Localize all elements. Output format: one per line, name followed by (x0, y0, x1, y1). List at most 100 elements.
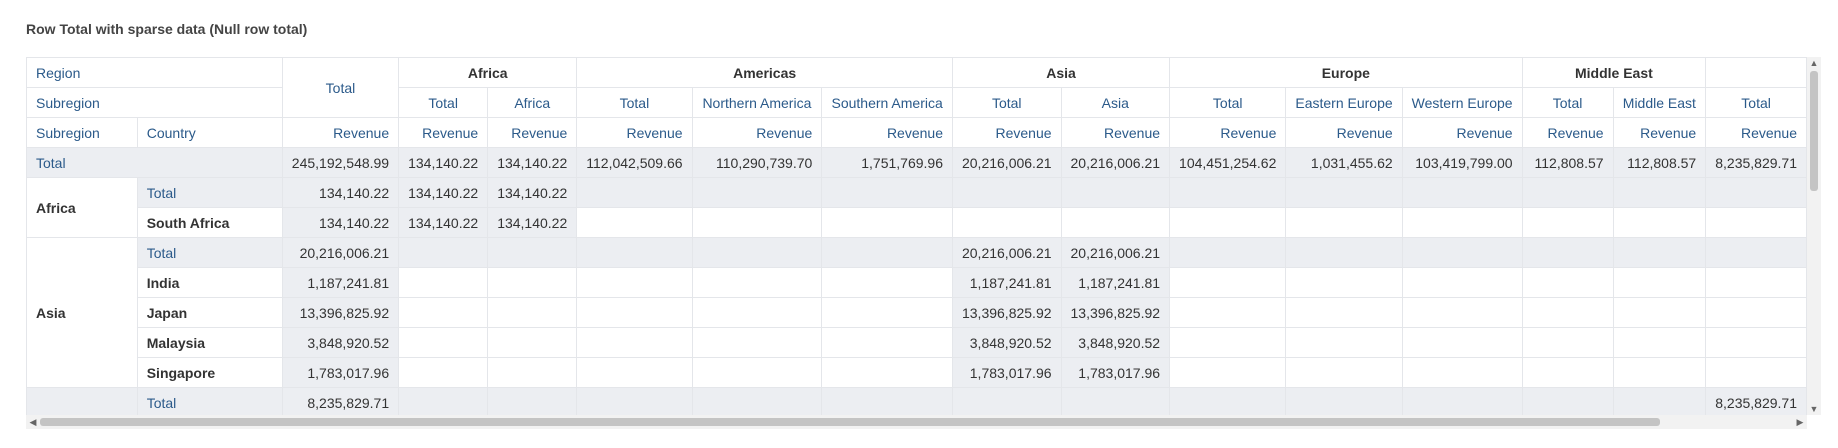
region-total-cell (951, 177, 1062, 208)
grand-total-cell: 1,031,455.62 (1285, 147, 1403, 178)
region-total-cell (1612, 387, 1707, 415)
region-column-header[interactable]: Asia (951, 57, 1171, 88)
subregion-column-header[interactable]: Total (951, 87, 1062, 118)
data-cell (821, 297, 953, 328)
revenue-measure-header[interactable]: Revenue (821, 117, 953, 148)
data-cell: 1,187,241.81 (281, 267, 400, 298)
subregion-column-header[interactable]: Total (1705, 87, 1807, 118)
subregion-column-header[interactable]: Southern America (821, 87, 953, 118)
data-cell (1285, 267, 1403, 298)
revenue-measure-header[interactable]: Revenue (1612, 117, 1707, 148)
country-row-label[interactable]: Singapore (136, 357, 283, 388)
revenue-measure-header[interactable]: Revenue (1705, 117, 1807, 148)
subregion-column-header[interactable]: Western Europe (1401, 87, 1523, 118)
region-total-row-partial: Total 8,235,829.71 8,235,829.71 (26, 387, 1807, 415)
grand-total-cell: 20,216,006.21 (951, 147, 1062, 178)
subregion-column-header[interactable]: Total (1521, 87, 1614, 118)
subregion-header-label[interactable]: Subregion (26, 87, 283, 118)
revenue-measure-header[interactable]: Revenue (281, 117, 400, 148)
grand-total-cell: 134,140.22 (398, 147, 489, 178)
data-cell: 1,187,241.81 (951, 267, 1062, 298)
data-cell (1705, 357, 1807, 388)
data-cell (1060, 207, 1171, 238)
data-cell (1401, 267, 1523, 298)
scroll-right-icon[interactable]: ▶ (1793, 415, 1807, 429)
data-cell (1705, 327, 1807, 358)
data-cell (576, 267, 693, 298)
horizontal-scrollbar[interactable]: ◀ ▶ (26, 415, 1807, 429)
region-total-cell (1612, 237, 1707, 268)
data-cell: 1,783,017.96 (951, 357, 1062, 388)
data-cell (1705, 297, 1807, 328)
data-cell (691, 267, 823, 298)
region-total-cell (1521, 237, 1614, 268)
data-cell (691, 297, 823, 328)
region-total-cell (398, 237, 489, 268)
revenue-measure-header[interactable]: Revenue (951, 117, 1062, 148)
scroll-up-icon[interactable]: ▲ (1807, 57, 1821, 69)
region-total-label[interactable]: Total (136, 237, 283, 268)
grand-total-label[interactable]: Total (26, 147, 283, 178)
grand-total-column-header[interactable]: Total (281, 57, 400, 118)
revenue-measure-header[interactable]: Revenue (398, 117, 489, 148)
page-title: Row Total with sparse data (Null row tot… (26, 21, 308, 37)
country-row-label[interactable]: South Africa (136, 207, 283, 238)
revenue-measure-header[interactable]: Revenue (487, 117, 578, 148)
subregion-column-header[interactable]: Total (576, 87, 693, 118)
revenue-measure-header[interactable]: Revenue (691, 117, 823, 148)
subregion-column-header[interactable]: Northern America (691, 87, 823, 118)
data-cell (576, 297, 693, 328)
revenue-measure-header[interactable]: Revenue (1285, 117, 1403, 148)
revenue-measure-header[interactable]: Revenue (1169, 117, 1287, 148)
grand-total-cell: 112,042,509.66 (576, 147, 693, 178)
region-total-cell: 134,140.22 (281, 177, 400, 208)
revenue-measure-header[interactable]: Revenue (1521, 117, 1614, 148)
vertical-scroll-thumb[interactable] (1810, 71, 1818, 191)
revenue-measure-header[interactable]: Revenue (1060, 117, 1171, 148)
scroll-left-icon[interactable]: ◀ (26, 415, 40, 429)
country-row: Malaysia 3,848,920.52 3,848,920.52 3,848,92… (27, 327, 1807, 358)
vertical-scrollbar[interactable]: ▲ ▼ (1807, 57, 1821, 415)
data-cell: 134,140.22 (487, 207, 578, 238)
grand-total-cell: 112,808.57 (1612, 147, 1707, 178)
region-row-label[interactable]: Asia (26, 237, 138, 388)
region-header-label[interactable]: Region (26, 57, 283, 88)
subregion-column-header[interactable]: Total (1169, 87, 1287, 118)
data-cell (1521, 207, 1614, 238)
scroll-down-icon[interactable]: ▼ (1807, 403, 1821, 415)
region-total-cell (1169, 387, 1287, 415)
data-cell (1169, 357, 1287, 388)
data-cell (1612, 207, 1707, 238)
country-row-label[interactable]: Japan (136, 297, 283, 328)
region-row-label[interactable]: Africa (26, 177, 138, 238)
country-row-header[interactable]: Country (136, 117, 283, 148)
subregion-column-header[interactable]: Asia (1060, 87, 1171, 118)
region-total-cell (691, 237, 823, 268)
subregion-column-header[interactable]: Eastern Europe (1285, 87, 1403, 118)
region-total-cell: 134,140.22 (487, 177, 578, 208)
data-cell (1612, 297, 1707, 328)
country-row: Singapore 1,783,017.96 1,783,017.96 1,783,0… (27, 357, 1807, 388)
revenue-measure-header[interactable]: Revenue (576, 117, 693, 148)
region-total-label[interactable]: Total (136, 387, 283, 415)
region-total-cell (691, 177, 823, 208)
country-row-label[interactable]: India (136, 267, 283, 298)
subregion-column-header[interactable]: Total (398, 87, 489, 118)
revenue-measure-header[interactable]: Revenue (1401, 117, 1523, 148)
region-column-header[interactable]: Middle East (1521, 57, 1707, 88)
region-total-cell: 20,216,006.21 (281, 237, 400, 268)
data-cell (951, 207, 1062, 238)
region-column-header[interactable]: Americas (576, 57, 953, 88)
subregion-column-header[interactable]: Middle East (1612, 87, 1707, 118)
country-row: South Africa 134,140.22 134,140.22 134,140.… (27, 207, 1807, 238)
subregion-column-header[interactable]: Africa (487, 87, 578, 118)
region-total-label[interactable]: Total (136, 177, 283, 208)
subregion-row-header[interactable]: Subregion (26, 117, 138, 148)
data-cell (1285, 297, 1403, 328)
region-column-header[interactable]: Africa (398, 57, 578, 88)
country-row-label[interactable]: Malaysia (136, 327, 283, 358)
pivot-table: Region Total Africa Americas Asia Europe Middl… (26, 57, 1807, 415)
data-cell: 3,848,920.52 (951, 327, 1062, 358)
region-column-header[interactable]: Europe (1169, 57, 1523, 88)
horizontal-scroll-thumb[interactable] (40, 418, 1660, 426)
